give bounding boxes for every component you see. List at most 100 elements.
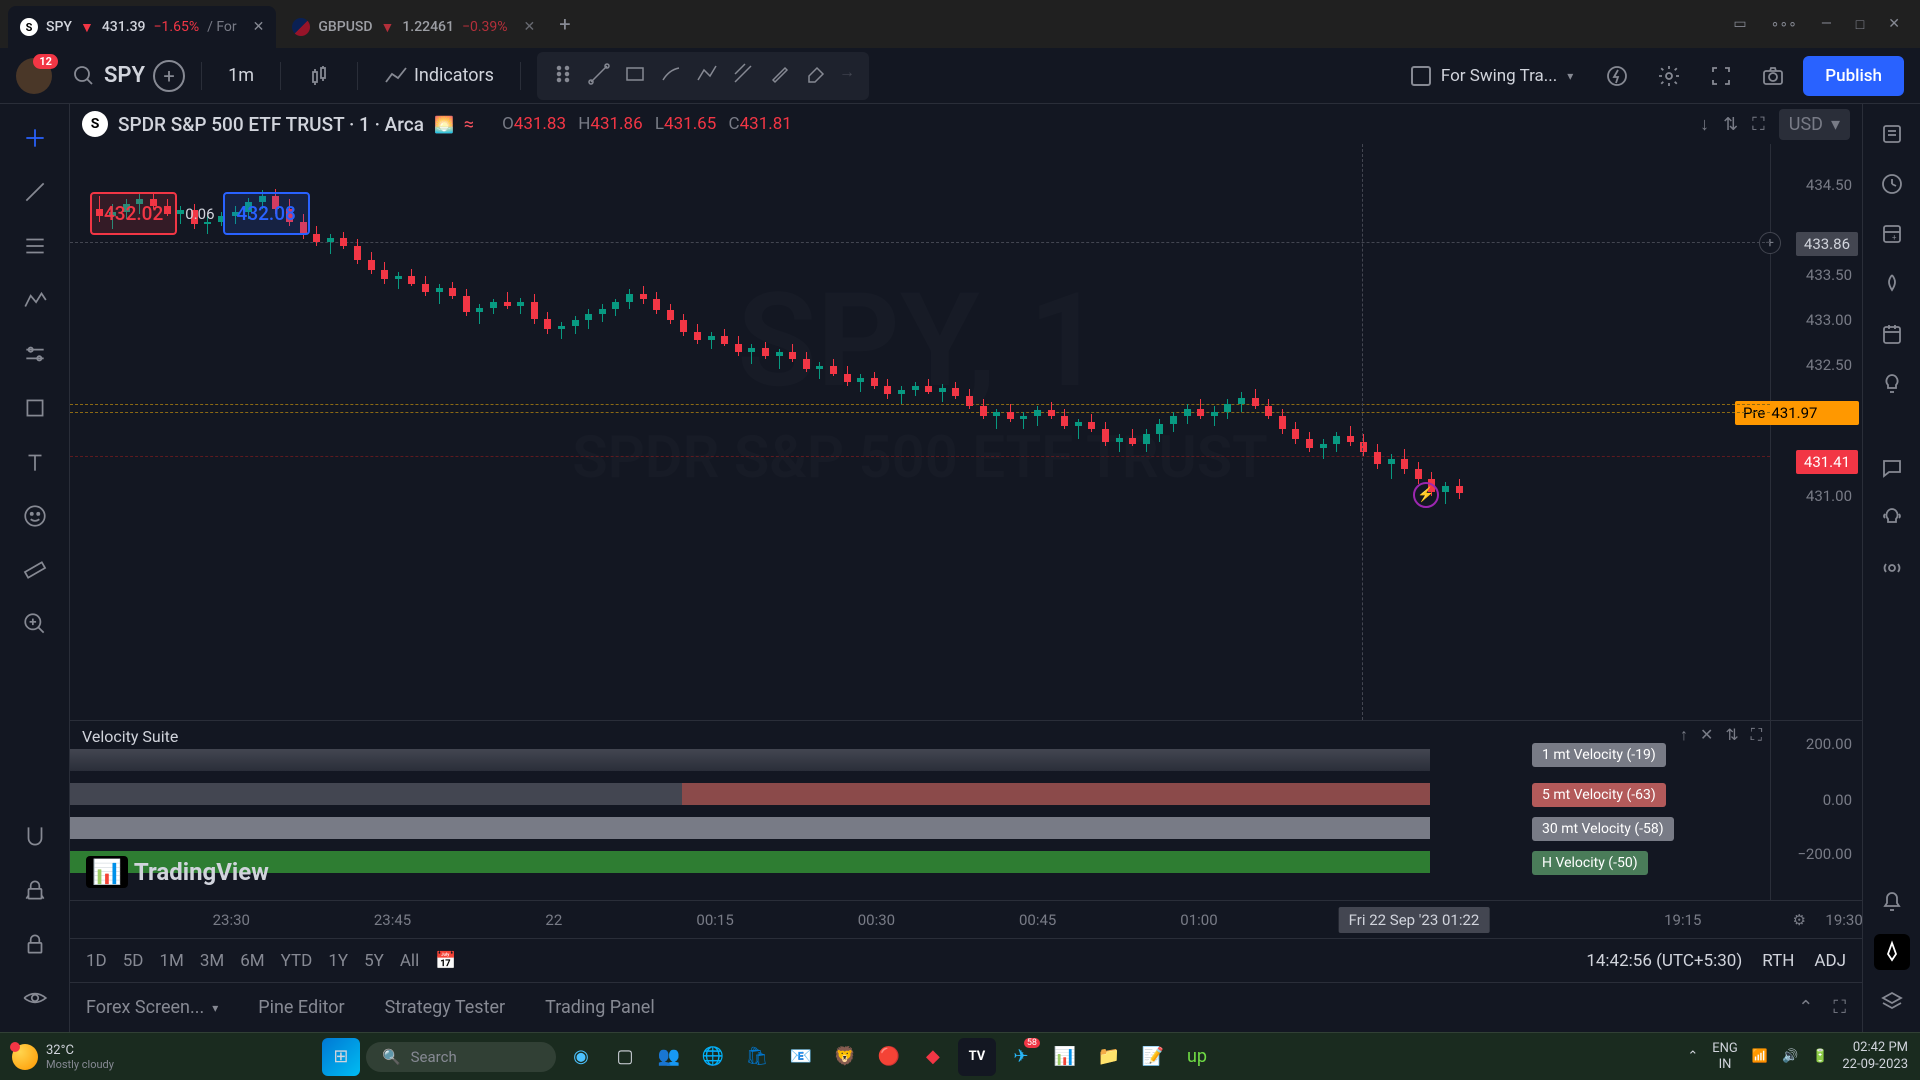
- notepad-app-icon[interactable]: 📝: [1134, 1038, 1172, 1076]
- browser-tab-gbpusd[interactable]: GBPUSD ▼ 1.22461 −0.39% ✕: [280, 6, 547, 48]
- ideas-button[interactable]: [1874, 366, 1910, 402]
- expand-panel-icon[interactable]: ⌃: [1798, 997, 1813, 1018]
- copilot-app-icon[interactable]: ◉: [562, 1038, 600, 1076]
- pitchfork-tool-icon[interactable]: [727, 58, 759, 94]
- browser-tab-spy[interactable]: S SPY ▼ 431.39 −1.65% / For ✕: [8, 6, 276, 48]
- edge-app-icon[interactable]: 🌐: [694, 1038, 732, 1076]
- range-1m[interactable]: 1M: [159, 951, 183, 971]
- range-5d[interactable]: 5D: [123, 951, 144, 971]
- pen-button[interactable]: [1874, 934, 1910, 970]
- calendar-icon[interactable]: 📅: [435, 951, 456, 971]
- hotlist-button[interactable]: +: [1874, 216, 1910, 252]
- ideas-stream-button[interactable]: [1874, 500, 1910, 536]
- store-app-icon[interactable]: 🛍: [738, 1038, 776, 1076]
- notifications-button[interactable]: [1874, 884, 1910, 920]
- close-tab-icon[interactable]: ✕: [253, 19, 265, 35]
- price-chart[interactable]: SPY, 1 SPDR S&P 500 ETF TRUST 432.02 0.0…: [70, 144, 1770, 720]
- shapes-tool[interactable]: [13, 386, 57, 430]
- mail-app-icon[interactable]: 📧: [782, 1038, 820, 1076]
- ask-price[interactable]: 432.08: [223, 192, 310, 235]
- interval-selector[interactable]: 1m: [218, 59, 264, 92]
- axis-settings-icon[interactable]: ⚙: [1793, 911, 1806, 929]
- range-5y[interactable]: 5Y: [364, 951, 384, 971]
- system-clock[interactable]: 02:42 PM 22-09-2023: [1842, 1040, 1908, 1074]
- maximize-pane-icon[interactable]: ⛶: [1752, 114, 1765, 135]
- zoom-tool[interactable]: [13, 602, 57, 646]
- chrome-app-icon[interactable]: 🔴: [870, 1038, 908, 1076]
- maximize-icon[interactable]: □: [1856, 16, 1864, 33]
- maximize-indicator-icon[interactable]: ⛶: [1751, 725, 1762, 745]
- collapse-icon[interactable]: ⇅: [1723, 114, 1738, 135]
- clock-display[interactable]: 14:42:56 (UTC+5:30): [1586, 951, 1742, 971]
- indicator-chart[interactable]: Velocity Suite ↑ ✕ ⇅ ⛶ 1 mt Velocity (-1…: [70, 721, 1770, 900]
- battery-icon[interactable]: 🔋: [1812, 1049, 1828, 1064]
- emoji-tool[interactable]: [13, 494, 57, 538]
- indicator-axis[interactable]: 200.00 0.00 −200.00: [1770, 721, 1862, 900]
- settings-button[interactable]: [1647, 58, 1691, 94]
- start-button[interactable]: ⊞: [322, 1038, 360, 1076]
- rectangle-tool-icon[interactable]: [619, 58, 651, 94]
- publish-button[interactable]: Publish: [1803, 56, 1904, 96]
- more-icon[interactable]: ∘∘∘: [1771, 16, 1797, 33]
- lock-drawings-tool[interactable]: [13, 922, 57, 966]
- indicators-button[interactable]: Indicators: [374, 58, 504, 94]
- lock-tool[interactable]: [13, 868, 57, 912]
- close-window-icon[interactable]: ✕: [1888, 16, 1900, 33]
- watchlist-button[interactable]: [1874, 116, 1910, 152]
- range-3m[interactable]: 3M: [200, 951, 224, 971]
- chat-button[interactable]: [1874, 450, 1910, 486]
- tab-forex-screener[interactable]: Forex Screen... ▾: [86, 997, 218, 1018]
- add-symbol-button[interactable]: +: [153, 60, 185, 92]
- calendar-button[interactable]: [1874, 316, 1910, 352]
- range-ytd[interactable]: YTD: [281, 951, 313, 971]
- fullscreen-button[interactable]: [1699, 58, 1743, 94]
- marker-tool-icon[interactable]: [763, 58, 795, 94]
- app-icon-orange[interactable]: 📊: [1046, 1038, 1084, 1076]
- zigzag-tool-icon[interactable]: [691, 58, 723, 94]
- indicator-title[interactable]: Velocity Suite: [82, 727, 178, 746]
- price-axis[interactable]: 434.50 + 433.86 433.50 433.00 432.50 Pre…: [1770, 144, 1862, 720]
- chart-title[interactable]: SPDR S&P 500 ETF TRUST · 1 · Arca: [118, 113, 424, 136]
- tab-overview-icon[interactable]: ▭: [1733, 16, 1746, 33]
- new-tab-button[interactable]: +: [551, 4, 578, 44]
- trending-button[interactable]: [1874, 266, 1910, 302]
- streams-button[interactable]: [1874, 550, 1910, 586]
- fib-tool[interactable]: [13, 224, 57, 268]
- tab-pine-editor[interactable]: Pine Editor: [258, 997, 344, 1018]
- trendline-tool-icon[interactable]: [583, 58, 615, 94]
- chart-type-button[interactable]: [297, 58, 341, 94]
- app-icon[interactable]: ◆: [914, 1038, 952, 1076]
- close-indicator-icon[interactable]: ✕: [1700, 725, 1713, 745]
- minimize-icon[interactable]: —: [1821, 16, 1832, 33]
- teams-app-icon[interactable]: 👥: [650, 1038, 688, 1076]
- currency-selector[interactable]: USD ▾: [1779, 109, 1850, 140]
- hide-tool[interactable]: [13, 976, 57, 1020]
- bid-price[interactable]: 432.02: [90, 192, 177, 235]
- arrow-right-icon[interactable]: →: [835, 58, 859, 94]
- projection-tool[interactable]: [13, 332, 57, 376]
- user-avatar[interactable]: 12: [16, 58, 52, 94]
- adj-toggle[interactable]: ADJ: [1814, 951, 1846, 971]
- time-axis[interactable]: Fri 22 Sep '23 01:22 ⚙ 23:3023:452200:15…: [70, 900, 1862, 938]
- drag-handle-icon[interactable]: [547, 58, 579, 94]
- task-view-icon[interactable]: ▢: [606, 1038, 644, 1076]
- range-6m[interactable]: 6M: [240, 951, 264, 971]
- tradingview-app-icon[interactable]: TV: [958, 1038, 996, 1076]
- rth-toggle[interactable]: RTH: [1762, 951, 1794, 971]
- weather-widget[interactable]: 32°C Mostly cloudy: [12, 1043, 114, 1071]
- maximize-panel-icon[interactable]: ⛶: [1833, 997, 1846, 1018]
- lightning-icon[interactable]: ⚡: [1413, 482, 1439, 508]
- pattern-tool[interactable]: [13, 278, 57, 322]
- range-1y[interactable]: 1Y: [328, 951, 348, 971]
- tray-chevron-icon[interactable]: ⌃: [1687, 1049, 1698, 1064]
- cursor-tool[interactable]: [13, 116, 57, 160]
- magnet-tool[interactable]: [13, 814, 57, 858]
- layout-selector[interactable]: For Swing Tra... ▾: [1397, 60, 1587, 92]
- brush-tool-icon[interactable]: [655, 58, 687, 94]
- eraser-tool-icon[interactable]: [799, 58, 831, 94]
- range-all[interactable]: All: [400, 951, 419, 971]
- snapshot-button[interactable]: [1751, 58, 1795, 94]
- range-1d[interactable]: 1D: [86, 951, 107, 971]
- volume-icon[interactable]: 🔊: [1782, 1049, 1798, 1064]
- text-tool[interactable]: [13, 440, 57, 484]
